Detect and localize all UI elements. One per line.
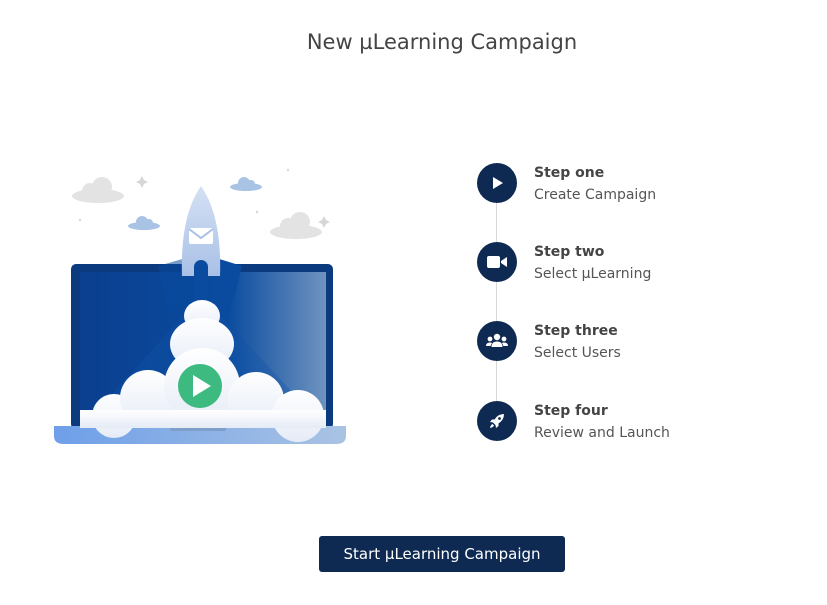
step-subtitle: Select µLearning <box>534 266 652 282</box>
start-campaign-button[interactable]: Start µLearning Campaign <box>319 536 565 572</box>
step-title: Step two <box>534 244 605 260</box>
steps-connector <box>496 183 497 423</box>
step-item-two: Step two Select µLearning <box>476 242 796 284</box>
play-icon <box>178 364 222 408</box>
page-title: New µLearning Campaign <box>306 30 578 54</box>
step-item-four: Step four Review and Launch <box>476 401 796 443</box>
rocket-launch-illustration <box>54 168 346 444</box>
step-subtitle: Select Users <box>534 345 621 361</box>
video-camera-icon <box>477 242 517 282</box>
step-title: Step four <box>534 403 608 419</box>
step-subtitle: Review and Launch <box>534 425 670 441</box>
steps-list: Step one Create Campaign Step two Select… <box>476 163 796 443</box>
envelope-icon <box>189 228 213 244</box>
rocket-icon <box>477 401 517 441</box>
play-icon <box>477 163 517 203</box>
step-title: Step one <box>534 165 605 181</box>
step-title: Step three <box>534 323 618 339</box>
cloud-icon <box>128 216 160 230</box>
cloud-icon <box>270 212 322 239</box>
users-icon <box>477 321 517 361</box>
step-subtitle: Create Campaign <box>534 187 657 203</box>
cloud-icon <box>230 177 262 191</box>
cloud-icon <box>72 177 124 203</box>
step-item-one: Step one Create Campaign <box>476 163 796 205</box>
campaign-intro-page: New µLearning Campaign Step one Create C… <box>0 0 827 605</box>
step-item-three: Step three Select Users <box>476 321 796 363</box>
